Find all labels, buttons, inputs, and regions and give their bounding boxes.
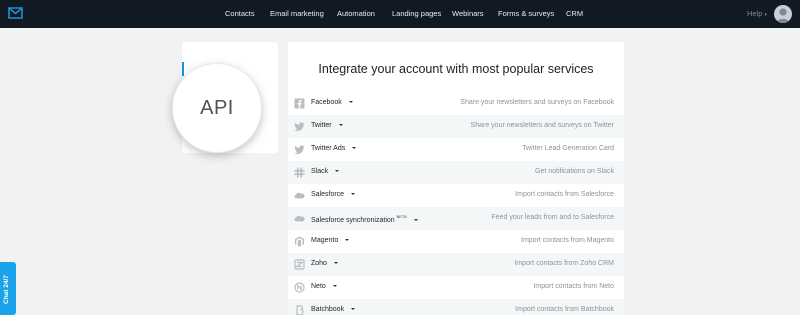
integration-label: Facebook (311, 99, 342, 106)
integration-label: Salesforce synchronization (311, 217, 395, 224)
integration-row-slack: Slack Get notifications on Slack (288, 161, 624, 184)
integration-description: Feed your leads from and to Salesforce (491, 214, 614, 221)
integration-description: Import contacts from Magento (521, 237, 614, 244)
caret-down-icon (351, 193, 356, 195)
integration-row-twitter: Twitter Share your newsletters and surve… (288, 115, 624, 138)
caret-down-icon (333, 262, 338, 264)
nav-contacts[interactable]: Contacts (225, 9, 255, 18)
integration-name-salesforce[interactable]: Salesforce (311, 191, 356, 198)
integration-row-batchbook: Batchbook Import contacts from Batchbook (288, 299, 624, 315)
nav-email-marketing[interactable]: Email marketing (270, 9, 324, 18)
integration-label: Magento (311, 237, 339, 244)
user-avatar[interactable] (774, 5, 792, 23)
caret-down-icon (345, 239, 350, 241)
caret-down-icon (335, 170, 340, 172)
chat-24-7-tab[interactable]: Chat 24/7 (0, 262, 16, 315)
nav-forms-surveys[interactable]: Forms & surveys (498, 9, 554, 18)
salesforce-icon (294, 190, 305, 201)
active-menu-marker (182, 62, 184, 76)
caret-down-icon (332, 285, 337, 287)
integration-row-zoho: Zoho Import contacts from Zoho CRM (288, 253, 624, 276)
integration-description: Get notifications on Slack (535, 168, 614, 175)
integration-name-twitter-ads[interactable]: Twitter Ads (311, 145, 357, 152)
integration-name-zoho[interactable]: Zoho (311, 260, 338, 267)
nav-webinars[interactable]: Webinars (452, 9, 484, 18)
integration-description: Share your newsletters and surveys on Fa… (460, 99, 614, 106)
beta-badge: BETA (396, 214, 407, 219)
top-navigation-bar: Contacts Email marketing Automation Land… (0, 0, 800, 28)
nav-automation[interactable]: Automation (337, 9, 375, 18)
integration-row-salesforce-sync: Salesforce synchronization BETA Feed you… (288, 207, 624, 230)
integration-label: Neto (311, 283, 326, 290)
integration-name-facebook[interactable]: Facebook (311, 99, 353, 106)
integration-description: Share your newsletters and surveys on Tw… (470, 122, 614, 129)
help-label: Help (747, 9, 763, 18)
nav-crm[interactable]: CRM (566, 9, 583, 18)
integration-label: Twitter (311, 122, 332, 129)
caret-down-icon (352, 147, 357, 149)
help-menu[interactable]: Help ▾ (747, 9, 767, 18)
zoho-icon (294, 259, 305, 270)
chevron-down-icon: ▾ (764, 12, 768, 18)
integration-name-neto[interactable]: Neto (311, 283, 337, 290)
integration-description: Import contacts from Neto (533, 283, 614, 290)
integration-row-salesforce: Salesforce Import contacts from Salesfor… (288, 184, 624, 207)
batchbook-icon (294, 305, 305, 315)
caret-down-icon (351, 308, 356, 310)
integration-label: Twitter Ads (311, 145, 346, 152)
integration-name-slack[interactable]: Slack (311, 168, 340, 175)
integration-description: Import contacts from Salesforce (515, 191, 614, 198)
caret-down-icon (348, 101, 353, 103)
magento-icon (294, 236, 305, 247)
page-title: Integrate your account with most popular… (318, 62, 594, 76)
integration-row-neto: Neto Import contacts from Neto (288, 276, 624, 299)
integration-row-twitter-ads: Twitter Ads Twitter Lead Generation Card (288, 138, 624, 161)
integration-label: Batchbook (311, 306, 345, 313)
integration-label: Salesforce (311, 191, 345, 198)
salesforce-icon (294, 213, 305, 224)
integration-name-twitter[interactable]: Twitter (311, 122, 343, 129)
slack-icon (294, 167, 305, 178)
nav-landing-pages[interactable]: Landing pages (392, 9, 441, 18)
twitter-icon (294, 144, 305, 155)
caret-down-icon (413, 219, 418, 221)
api-magnifier[interactable]: API (173, 64, 261, 152)
twitter-icon (294, 121, 305, 132)
integration-name-salesforce-sync[interactable]: Salesforce synchronization BETA (311, 214, 418, 224)
integration-label: Zoho (311, 260, 327, 267)
facebook-icon (294, 98, 305, 109)
main-nav: Contacts Email marketing Automation Land… (0, 0, 800, 28)
neto-icon (294, 282, 305, 293)
integration-description: Import contacts from Zoho CRM (514, 260, 614, 267)
chat-label: Chat 24/7 (3, 275, 10, 304)
integrations-card: Integrate your account with most popular… (288, 42, 624, 315)
integration-description: Import contacts from Batchbook (515, 306, 614, 313)
integration-row-facebook: Facebook Share your newsletters and surv… (288, 92, 624, 115)
integration-label: Slack (311, 168, 329, 175)
integration-name-magento[interactable]: Magento (311, 237, 350, 244)
user-silhouette-icon (776, 8, 790, 23)
caret-down-icon (338, 124, 343, 126)
integration-row-magento: Magento Import contacts from Magento (288, 230, 624, 253)
integration-description: Twitter Lead Generation Card (522, 145, 614, 152)
api-label: API (200, 96, 234, 119)
integration-name-batchbook[interactable]: Batchbook (311, 306, 356, 313)
